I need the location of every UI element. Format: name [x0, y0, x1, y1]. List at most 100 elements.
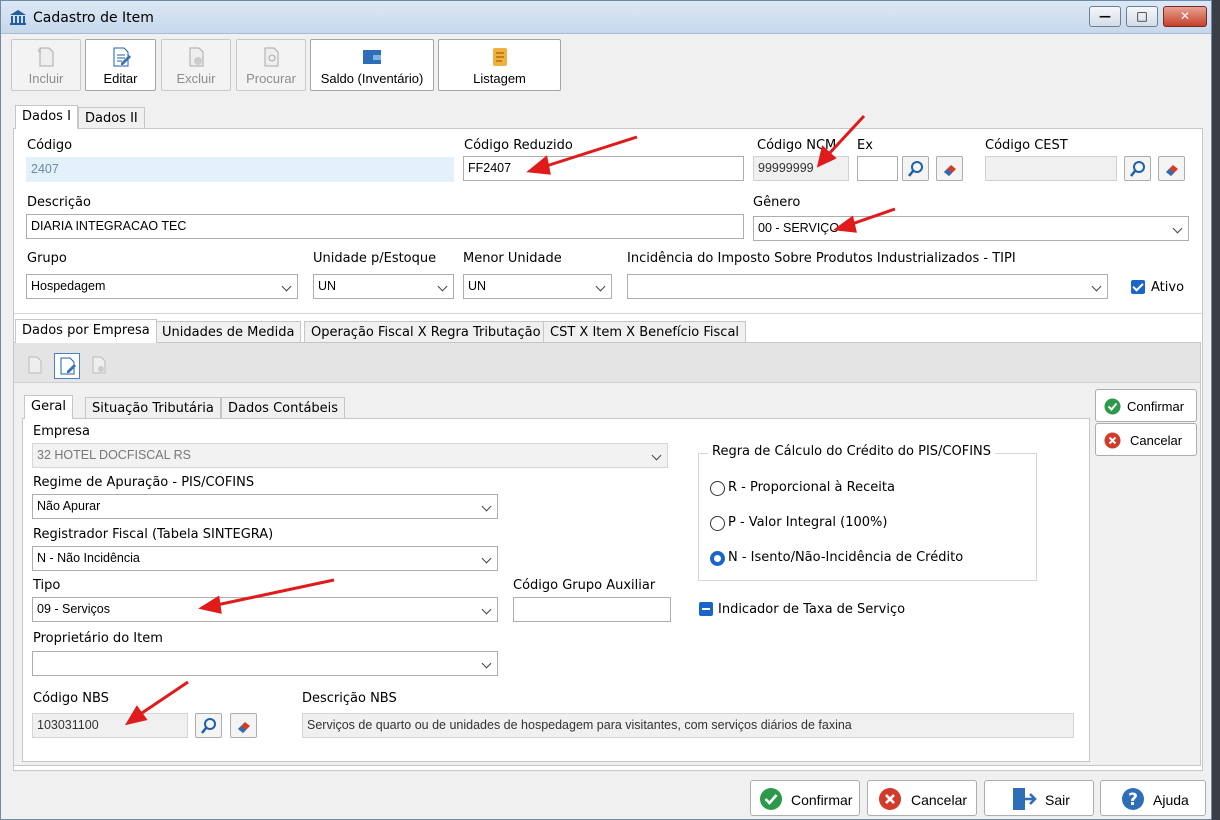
procurar-label: Procurar: [246, 71, 296, 86]
incluir-button[interactable]: Incluir: [11, 39, 81, 91]
eraser-icon: [1166, 165, 1178, 176]
side-cancelar-button[interactable]: Cancelar: [1095, 423, 1197, 456]
grupo-label: Grupo: [27, 251, 67, 266]
tab-dados-por-empresa[interactable]: Dados por Empresa: [15, 319, 157, 343]
search-icon: [908, 161, 923, 177]
edit-document-icon: [113, 47, 131, 67]
side-confirmar-button[interactable]: Confirmar: [1095, 389, 1197, 422]
cancelar-label: Cancelar: [911, 792, 968, 808]
tab-dados-i[interactable]: Dados I: [15, 105, 78, 129]
delete-document-icon[interactable]: [90, 355, 108, 375]
ncm-search-button[interactable]: [902, 156, 929, 181]
sair-button[interactable]: Sair: [984, 780, 1094, 816]
tipo-select[interactable]: 09 - Serviços: [32, 597, 498, 622]
editar-label: Editar: [103, 71, 138, 86]
descricao-nbs-field[interactable]: Serviços de quarto ou de unidades de hos…: [302, 713, 1074, 738]
cancelar-button[interactable]: Cancelar: [867, 780, 977, 816]
regra-calculo-group: Regra de Cálculo do Crédito do PIS/COFIN…: [698, 444, 1037, 581]
toolbar: Incluir Editar Excluir Procurar Saldo (I…: [7, 37, 1207, 93]
chevron-down-icon: [481, 604, 492, 615]
delete-document-icon: [189, 47, 204, 67]
search-icon: [1130, 161, 1145, 177]
codigo-reduzido-field[interactable]: FF2407: [463, 156, 744, 181]
editar-button[interactable]: Editar: [85, 39, 156, 91]
check-circle-icon: [760, 788, 782, 810]
grupo-select[interactable]: Hospedagem: [26, 274, 298, 299]
ajuda-button[interactable]: ? Ajuda: [1100, 780, 1206, 816]
codigo-ncm-field[interactable]: 99999999: [753, 156, 849, 181]
tab-unidades-de-medida[interactable]: Unidades de Medida: [155, 321, 302, 343]
indicador-taxa-checkbox[interactable]: [699, 602, 713, 616]
procurar-button[interactable]: Procurar: [236, 39, 306, 91]
tab-operacao-fiscal[interactable]: Operação Fiscal X Regra Tributação: [304, 321, 548, 343]
genero-select[interactable]: 00 - SERVIÇO: [753, 216, 1189, 241]
incluir-label: Incluir: [28, 71, 64, 86]
regra-option-p-radio[interactable]: [710, 516, 725, 531]
ncm-clear-button[interactable]: [936, 156, 963, 181]
codigo-ncm-label: Código NCM: [757, 138, 837, 153]
cest-clear-button[interactable]: [1158, 156, 1185, 181]
geral-panel: Empresa 32 HOTEL DOCFISCAL RS Regime de …: [22, 418, 1090, 762]
side-confirmar-label: Confirmar: [1127, 399, 1185, 414]
tab-geral[interactable]: Geral: [24, 395, 73, 419]
maximize-button[interactable]: □: [1126, 6, 1158, 27]
ativo-checkbox[interactable]: [1131, 280, 1145, 294]
regime-select[interactable]: Não Apurar: [32, 494, 498, 519]
nbs-clear-button[interactable]: [230, 713, 257, 738]
cest-search-button[interactable]: [1124, 156, 1151, 181]
sair-label: Sair: [1045, 792, 1070, 808]
unidade-value: UN: [318, 279, 337, 293]
tab-situacao-tributaria[interactable]: Situação Tributária: [85, 397, 221, 419]
cancel-circle-icon: [879, 788, 901, 810]
tab-dados-contabeis[interactable]: Dados Contábeis: [221, 397, 346, 419]
regra-option-n-radio[interactable]: [710, 551, 725, 566]
tab-dados-ii[interactable]: Dados II: [78, 107, 145, 129]
confirmar-button[interactable]: Confirmar: [750, 780, 860, 816]
codigo-field[interactable]: 2407: [26, 157, 454, 182]
check-circle-icon: [1104, 398, 1121, 415]
minimize-button[interactable]: —: [1089, 6, 1121, 27]
sub-edit-button[interactable]: [54, 353, 80, 379]
search-icon: [201, 718, 216, 734]
grupo-auxiliar-field[interactable]: [513, 597, 671, 622]
descricao-label: Descrição: [27, 195, 91, 210]
title-bar: Cadastro de Item — □ ✕: [1, 1, 1211, 34]
proprietario-label: Proprietário do Item: [33, 631, 163, 646]
eraser-icon: [238, 722, 250, 733]
grupo-value: Hospedagem: [31, 279, 106, 293]
codigo-label: Código: [27, 138, 73, 153]
tab-cst-item-beneficio[interactable]: CST X Item X Benefício Fiscal: [543, 321, 747, 343]
main-window: Cadastro de Item — □ ✕ Incluir Editar Ex…: [0, 0, 1212, 820]
regra-option-p-label: P - Valor Integral (100%): [728, 515, 888, 530]
codigo-cest-field[interactable]: [985, 156, 1117, 181]
listagem-button[interactable]: Listagem: [438, 39, 561, 91]
unidade-estoque-select[interactable]: UN: [313, 274, 454, 299]
ex-field[interactable]: [857, 156, 898, 181]
nbs-search-button[interactable]: [195, 713, 222, 738]
exit-door-icon: [1013, 788, 1037, 810]
tipi-select[interactable]: [627, 274, 1108, 299]
new-document-icon: [37, 47, 54, 67]
regra-option-r-radio[interactable]: [710, 481, 725, 496]
new-document-icon[interactable]: [26, 355, 44, 375]
chevron-down-icon: [595, 281, 606, 292]
registrador-select[interactable]: N - Não Incidência: [32, 546, 498, 571]
proprietario-select[interactable]: [32, 651, 498, 676]
sub-toolbar: [14, 343, 1200, 383]
tipo-label: Tipo: [33, 578, 61, 593]
eraser-icon: [944, 165, 956, 176]
codigo-reduzido-label: Código Reduzido: [464, 138, 573, 153]
descricao-field[interactable]: DIARIA INTEGRACAO TEC: [26, 214, 744, 239]
nbs-field[interactable]: 103031100: [32, 713, 188, 738]
window-title: Cadastro de Item: [33, 10, 154, 26]
excluir-button[interactable]: Excluir: [161, 39, 231, 91]
regime-label: Regime de Apuração - PIS/COFINS: [33, 475, 255, 490]
close-button[interactable]: ✕: [1163, 6, 1207, 27]
saldo-button[interactable]: Saldo (Inventário): [310, 39, 434, 91]
indicador-taxa-label: Indicador de Taxa de Serviço: [718, 602, 906, 617]
menor-unidade-select[interactable]: UN: [463, 274, 612, 299]
empresa-select[interactable]: 32 HOTEL DOCFISCAL RS: [32, 443, 668, 468]
chevron-down-icon: [481, 658, 492, 669]
svg-text:?: ?: [1128, 790, 1138, 810]
menor-unidade-value: UN: [468, 279, 487, 293]
